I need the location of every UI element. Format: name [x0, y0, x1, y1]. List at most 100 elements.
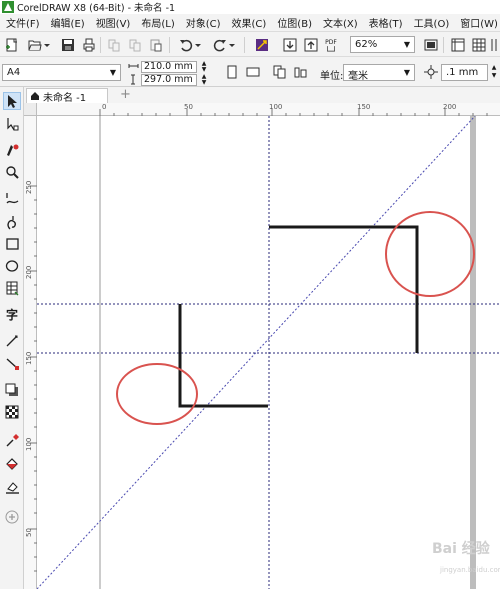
page-width-field[interactable]: 210.0 mm ▲ ▼ — [128, 60, 212, 73]
home-icon — [31, 92, 39, 100]
page-width-value[interactable]: 210.0 mm — [141, 60, 197, 73]
open-button[interactable] — [27, 37, 43, 53]
eyedropper-tool[interactable] — [4, 432, 20, 448]
ruler-label: 50 — [184, 103, 193, 111]
pdf-label: PDF — [325, 38, 337, 46]
cut-button[interactable] — [106, 37, 122, 53]
menu-table[interactable]: 表格(T) — [363, 15, 408, 30]
zoom-level-value: 62% — [355, 39, 378, 50]
all-pages-button[interactable] — [272, 64, 288, 80]
nudge-spinner-icon[interactable]: ▲ ▼ — [489, 64, 499, 81]
table-tool[interactable] — [4, 280, 20, 296]
menu-bitmaps[interactable]: 位图(B) — [271, 15, 317, 30]
page-height-field[interactable]: 297.0 mm ▲ ▼ — [128, 73, 212, 86]
connector-line-icon — [6, 357, 19, 370]
pick-tool[interactable] — [3, 92, 21, 110]
baidu-watermark-url: jingyan.baidu.com — [440, 566, 500, 574]
l-shape-upper[interactable] — [269, 225, 419, 353]
toolbar-separator — [100, 37, 101, 53]
toolbox: 字 — [0, 87, 24, 589]
undo-dropdown-button[interactable] — [194, 37, 202, 53]
search-content-button[interactable] — [254, 37, 270, 53]
ellipse-tool[interactable] — [4, 258, 20, 274]
document-tab[interactable]: 未命名 -1 — [26, 88, 108, 104]
chevron-down-icon — [229, 44, 235, 47]
connector-tool[interactable] — [4, 355, 20, 371]
nudge-distance-field[interactable]: .1 mm — [441, 64, 488, 81]
ruler-label: 50 — [25, 528, 33, 537]
paste-icon — [150, 39, 162, 52]
undo-button[interactable] — [178, 37, 194, 53]
height-spinner-icon[interactable]: ▲ ▼ — [199, 73, 209, 86]
export-button[interactable] — [303, 37, 319, 53]
menu-effects[interactable]: 效果(C) — [226, 15, 272, 30]
redo-button[interactable] — [212, 37, 228, 53]
quick-customize-button[interactable] — [4, 509, 20, 525]
show-rulers-button[interactable] — [450, 37, 466, 53]
interactive-fill-tool[interactable] — [4, 456, 20, 472]
text-glyph-icon: 字 — [5, 307, 18, 322]
pointer-arrow-icon — [7, 94, 17, 108]
menu-object[interactable]: 对象(C) — [180, 15, 226, 30]
save-button[interactable] — [60, 37, 76, 53]
show-guidelines-button[interactable] — [490, 37, 500, 53]
paper-size-select[interactable]: A4 ▼ — [2, 64, 121, 81]
menu-edit[interactable]: 编辑(E) — [45, 15, 90, 30]
horizontal-ruler[interactable]: 0 50 100 150 200 — [24, 103, 500, 116]
property-bar: A4 ▼ 210.0 mm ▲ ▼ 297.0 mm ▲ ▼ 单位: 毫米 ▼ .1… — [0, 57, 500, 87]
freehand-tool[interactable] — [4, 190, 20, 206]
text-tool[interactable]: 字 — [4, 306, 20, 322]
copy-icon — [129, 39, 141, 52]
menu-layout[interactable]: 布局(L) — [135, 15, 179, 30]
transparency-tool[interactable] — [4, 404, 20, 420]
width-spinner-icon[interactable]: ▲ ▼ — [199, 60, 209, 73]
zoom-tool[interactable] — [4, 164, 20, 180]
redo-icon — [213, 39, 226, 52]
ruler-origin-corner[interactable] — [24, 103, 37, 116]
zoom-level-select[interactable]: 62% ▼ — [350, 36, 415, 53]
full-screen-preview-button[interactable] — [423, 37, 439, 53]
toolbar-separator — [443, 37, 444, 53]
add-document-tab-button[interactable]: + — [120, 88, 131, 101]
menu-window[interactable]: 窗口(W) — [454, 15, 500, 30]
print-button[interactable] — [81, 37, 97, 53]
l-shape-lower[interactable] — [178, 304, 268, 408]
copy-button[interactable] — [127, 37, 143, 53]
paste-button[interactable] — [148, 37, 164, 53]
drop-shadow-tool[interactable] — [4, 382, 20, 398]
height-icon — [131, 74, 135, 85]
show-grid-button[interactable] — [471, 37, 487, 53]
artistic-curve-icon — [6, 215, 16, 229]
menu-text[interactable]: 文本(X) — [317, 15, 363, 30]
vertical-ruler[interactable]: 250 200 150 100 50 — [24, 116, 37, 589]
new-document-button[interactable] — [4, 37, 20, 53]
artistic-media-tool[interactable] — [4, 214, 20, 230]
document-tab-bar: 未命名 -1 + — [24, 87, 500, 104]
current-page-button[interactable] — [293, 64, 309, 80]
menu-tools[interactable]: 工具(O) — [408, 15, 455, 30]
publish-pdf-button[interactable]: PDF — [323, 37, 339, 53]
units-select[interactable]: 毫米 ▼ — [343, 64, 415, 82]
parallel-dimension-tool[interactable] — [4, 333, 20, 349]
ellipse-icon — [5, 259, 18, 272]
rectangle-tool[interactable] — [4, 236, 20, 252]
canvas-drawing — [37, 116, 500, 589]
drop-shadow-icon — [5, 383, 18, 396]
table-grid-icon — [6, 281, 18, 295]
smart-fill-tool[interactable] — [4, 479, 20, 495]
redo-dropdown-button[interactable] — [228, 37, 236, 53]
menu-file[interactable]: 文件(F) — [0, 15, 45, 30]
ruler-label: 150 — [357, 103, 371, 111]
portrait-button[interactable] — [224, 64, 240, 80]
drawing-canvas[interactable] — [37, 116, 500, 589]
paint-bucket-icon — [5, 457, 18, 470]
import-button[interactable] — [282, 37, 298, 53]
ruler-label: 150 — [25, 351, 33, 365]
shape-tool[interactable] — [4, 116, 20, 132]
menu-view[interactable]: 视图(V) — [90, 15, 136, 30]
smudge-tool[interactable] — [4, 141, 20, 157]
standard-toolbar: PDF 62% ▼ — [0, 31, 500, 57]
landscape-button[interactable] — [245, 64, 261, 80]
page-height-value[interactable]: 297.0 mm — [141, 73, 197, 86]
open-dropdown-button[interactable] — [43, 37, 51, 53]
